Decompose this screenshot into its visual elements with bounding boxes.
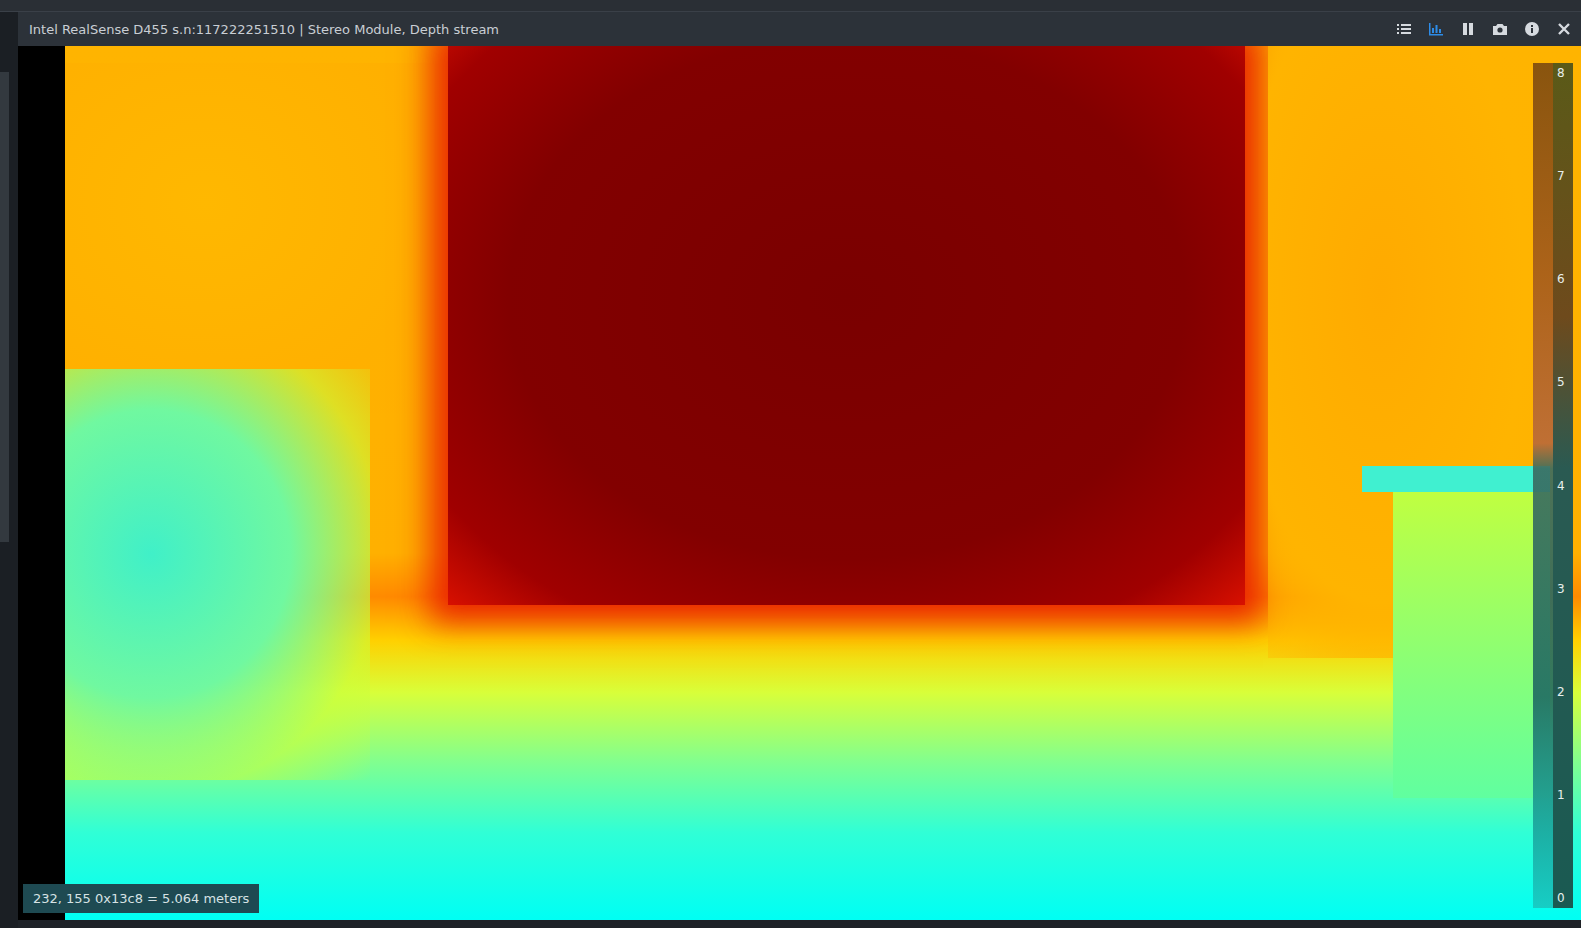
left-shadow — [18, 46, 65, 920]
stream-window: Intel RealSense D455 s.n:117222251510 | … — [18, 12, 1581, 928]
center-wall — [448, 46, 1245, 605]
scale-tick: 0 — [1553, 890, 1573, 906]
scale-tick: 5 — [1553, 374, 1573, 390]
main-area: Intel RealSense D455 s.n:117222251510 | … — [0, 12, 1581, 928]
depth-image: 8 7 6 5 4 3 2 1 0 232, 155 0x13c8 = 5.064 meters — [18, 46, 1581, 920]
right-lower — [1393, 492, 1549, 798]
pause-icon — [1460, 21, 1476, 37]
info-button[interactable] — [1521, 18, 1543, 40]
side-tab[interactable] — [0, 72, 9, 542]
camera-button[interactable] — [1489, 18, 1511, 40]
info-icon — [1524, 21, 1540, 37]
scale-tick: 1 — [1553, 787, 1573, 803]
toolbar — [1393, 18, 1575, 40]
scale-tick: 8 — [1553, 65, 1573, 81]
options-icon — [1396, 21, 1412, 37]
color-scale-ticks: 8 7 6 5 4 3 2 1 0 — [1553, 63, 1573, 908]
left-panel — [0, 12, 18, 928]
close-button[interactable] — [1553, 18, 1575, 40]
scale-tick: 6 — [1553, 271, 1573, 287]
right-shelf — [1362, 466, 1550, 492]
chart-button[interactable] — [1425, 18, 1447, 40]
color-scale: 8 7 6 5 4 3 2 1 0 — [1533, 63, 1573, 908]
title-bar: Intel RealSense D455 s.n:117222251510 | … — [18, 12, 1581, 46]
left-cyan-region — [57, 369, 370, 780]
chart-icon — [1428, 21, 1444, 37]
depth-readout: 232, 155 0x13c8 = 5.064 meters — [23, 884, 259, 913]
close-icon — [1556, 21, 1572, 37]
scale-tick: 7 — [1553, 168, 1573, 184]
camera-icon — [1492, 21, 1508, 37]
options-button[interactable] — [1393, 18, 1415, 40]
color-scale-gradient — [1533, 63, 1553, 908]
window-title: Intel RealSense D455 s.n:117222251510 | … — [29, 22, 1393, 37]
scale-tick: 3 — [1553, 581, 1573, 597]
scale-tick: 2 — [1553, 684, 1573, 700]
left-wall — [49, 63, 440, 413]
top-strip — [0, 0, 1581, 12]
pause-button[interactable] — [1457, 18, 1479, 40]
scale-tick: 4 — [1553, 478, 1573, 494]
